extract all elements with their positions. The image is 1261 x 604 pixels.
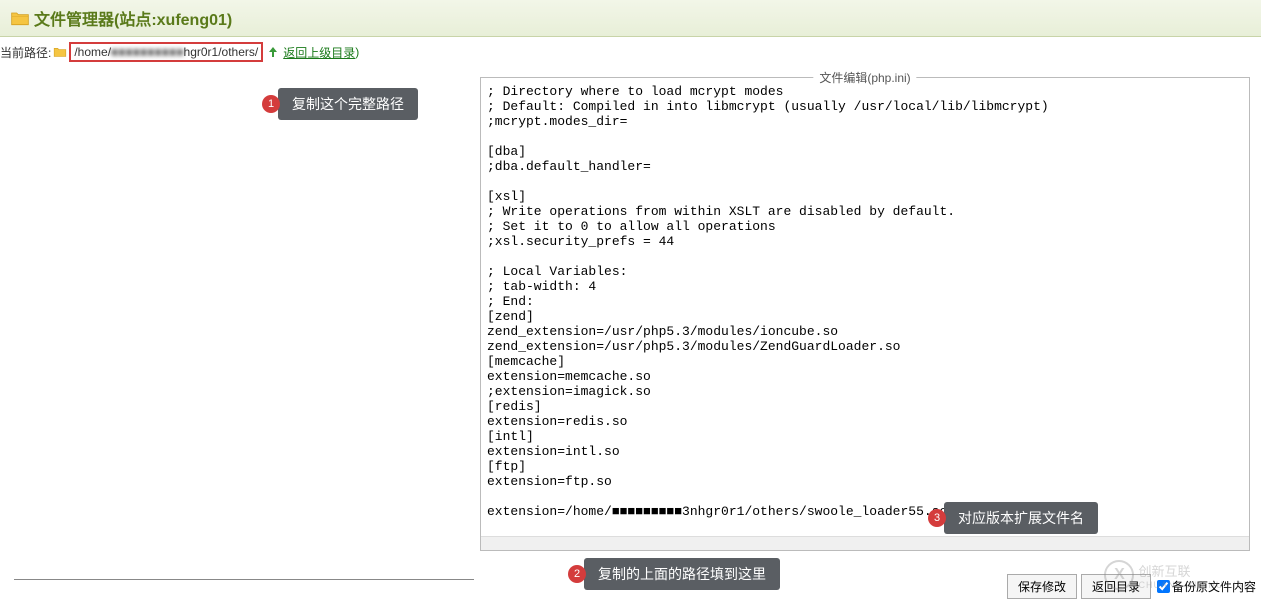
- callout-3: 3 对应版本扩展文件名: [944, 502, 1098, 534]
- callout-text-2: 复制的上面的路径填到这里: [598, 564, 766, 584]
- close-paren: ): [355, 45, 359, 59]
- page-title: 文件管理器(站点:xufeng01): [34, 6, 232, 30]
- watermark-sub: CHUANG XIN HU LIAN: [1138, 580, 1251, 590]
- watermark-logo-icon: X: [1104, 560, 1134, 590]
- horizontal-scrollbar[interactable]: [481, 536, 1249, 550]
- up-directory-link[interactable]: 返回上级目录: [283, 44, 355, 61]
- callout-badge-1: 1: [262, 95, 280, 113]
- editor-container: 文件编辑(php.ini): [480, 77, 1250, 551]
- editor-legend: 文件编辑(php.ini): [813, 69, 916, 86]
- path-bar: 当前路径: /home/■■■■■■■■■■hgr0r1/others/ 返回上…: [0, 37, 1261, 67]
- path-suffix: hgr0r1/others/: [184, 45, 259, 59]
- header-bar: 文件管理器(站点:xufeng01): [0, 0, 1261, 37]
- editor-fieldset: 文件编辑(php.ini): [480, 77, 1250, 551]
- path-prefix: /home/: [74, 45, 111, 59]
- watermark-brand: 创新互联: [1138, 561, 1251, 580]
- callout-text-3: 对应版本扩展文件名: [958, 508, 1084, 528]
- callout-text-1: 复制这个完整路径: [292, 94, 404, 114]
- callout-2: 2 复制的上面的路径填到这里: [584, 558, 780, 590]
- callout-badge-3: 3: [928, 509, 946, 527]
- save-button[interactable]: 保存修改: [1007, 574, 1077, 599]
- callout-1: 1 复制这个完整路径: [278, 88, 418, 120]
- watermark: X 创新互联 CHUANG XIN HU LIAN: [1104, 560, 1251, 590]
- up-arrow-icon: [265, 45, 281, 59]
- folder-icon: [10, 9, 30, 27]
- code-editor[interactable]: [481, 78, 1243, 533]
- folder-icon: [53, 46, 67, 58]
- path-redacted: ■■■■■■■■■■: [111, 45, 183, 59]
- callout-badge-2: 2: [568, 565, 586, 583]
- current-path[interactable]: /home/■■■■■■■■■■hgr0r1/others/: [69, 42, 263, 62]
- path-label: 当前路径:: [0, 44, 51, 61]
